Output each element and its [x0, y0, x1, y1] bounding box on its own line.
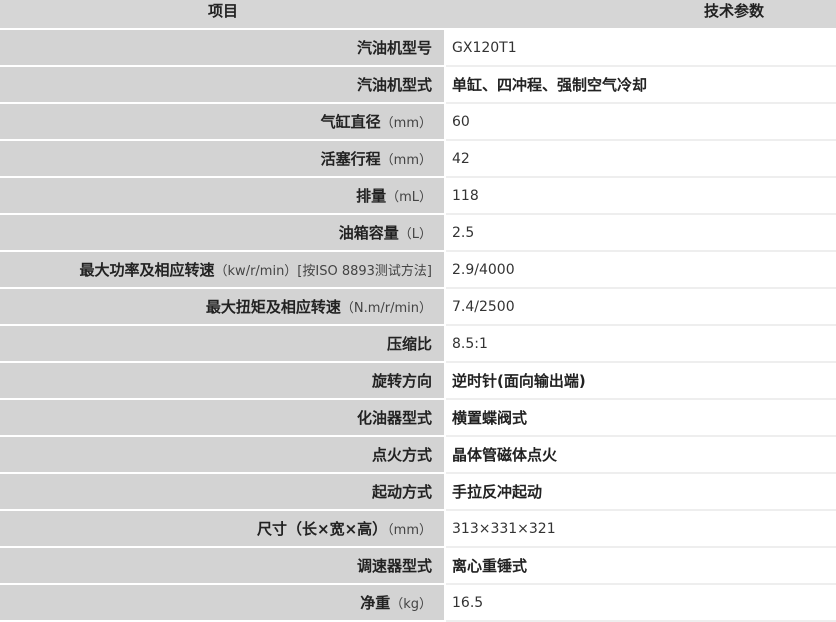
row-value: 单缸、四冲程、强制空气冷却: [446, 67, 836, 104]
row-value: 313×331×321: [446, 511, 836, 548]
row-label: 化油器型式: [0, 400, 446, 437]
table-row: 化油器型式 横置蝶阀式: [0, 400, 836, 437]
row-label: 排量（mL）: [0, 178, 446, 215]
label-unit: （kw/r/min）[按ISO 8893测试方法]: [214, 264, 432, 279]
row-label: 净重（kg）: [0, 585, 446, 622]
label-text: 压缩比: [386, 335, 432, 353]
label-text: 净重: [360, 594, 391, 612]
row-value: 手拉反冲起动: [446, 474, 836, 511]
spec-table: 项目 技术参数 汽油机型号 GX120T1 汽油机型式 单缸、四冲程、强制空气冷…: [0, 0, 836, 622]
row-value: 42: [446, 141, 836, 178]
table-row: 尺寸（长×宽×高）（mm） 313×331×321: [0, 511, 836, 548]
label-text: 汽油机型式: [356, 76, 432, 94]
header-row: 项目 技术参数: [0, 0, 836, 30]
row-value: 横置蝶阀式: [446, 400, 836, 437]
table-row: 活塞行程（mm） 42: [0, 141, 836, 178]
row-value: 2.5: [446, 215, 836, 252]
row-value: 118: [446, 178, 836, 215]
label-text: 旋转方向: [371, 372, 432, 390]
row-label: 点火方式: [0, 437, 446, 474]
label-unit: （L）: [398, 227, 432, 242]
row-label: 汽油机型号: [0, 30, 446, 67]
label-text: 起动方式: [371, 483, 432, 501]
table-row: 气缸直径（mm） 60: [0, 104, 836, 141]
table-row: 油箱容量（L） 2.5: [0, 215, 836, 252]
table-row: 调速器型式 离心重锤式: [0, 548, 836, 585]
table-row: 汽油机型号 GX120T1: [0, 30, 836, 67]
row-label: 起动方式: [0, 474, 446, 511]
table-row: 起动方式 手拉反冲起动: [0, 474, 836, 511]
header-spec: 技术参数: [446, 0, 836, 30]
label-text: 气缸直径: [320, 113, 381, 131]
label-unit: （mm）: [380, 153, 432, 168]
table-row: 压缩比 8.5:1: [0, 326, 836, 363]
label-text: 油箱容量: [338, 224, 399, 242]
row-label: 气缸直径（mm）: [0, 104, 446, 141]
label-text: 尺寸（长×宽×高）: [257, 520, 388, 538]
row-value: GX120T1: [446, 30, 836, 67]
table-row: 点火方式 晶体管磁体点火: [0, 437, 836, 474]
row-label: 活塞行程（mm）: [0, 141, 446, 178]
row-label: 最大扭矩及相应转速（N.m/r/min）: [0, 289, 446, 326]
row-value: 7.4/2500: [446, 289, 836, 326]
label-text: 化油器型式: [356, 409, 432, 427]
row-value: 逆时针(面向输出端): [446, 363, 836, 400]
row-label: 旋转方向: [0, 363, 446, 400]
label-unit: （mm）: [387, 523, 432, 538]
row-label: 尺寸（长×宽×高）（mm）: [0, 511, 446, 548]
row-value: 2.9/4000: [446, 252, 836, 289]
label-text: 排量: [356, 187, 387, 205]
row-label: 调速器型式: [0, 548, 446, 585]
label-text: 点火方式: [371, 446, 432, 464]
label-unit: （mL）: [386, 190, 432, 205]
table-row: 旋转方向 逆时针(面向输出端): [0, 363, 836, 400]
label-unit: （kg）: [390, 597, 432, 612]
row-label: 压缩比: [0, 326, 446, 363]
row-value: 晶体管磁体点火: [446, 437, 836, 474]
table-row: 最大功率及相应转速（kw/r/min）[按ISO 8893测试方法] 2.9/4…: [0, 252, 836, 289]
row-label: 油箱容量（L）: [0, 215, 446, 252]
table-row: 汽油机型式 单缸、四冲程、强制空气冷却: [0, 67, 836, 104]
row-value: 16.5: [446, 585, 836, 622]
label-unit: （N.m/r/min）: [340, 301, 432, 316]
label-text: 调速器型式: [356, 557, 432, 575]
row-label: 汽油机型式: [0, 67, 446, 104]
table-row: 排量（mL） 118: [0, 178, 836, 215]
table-row: 最大扭矩及相应转速（N.m/r/min） 7.4/2500: [0, 289, 836, 326]
row-value: 8.5:1: [446, 326, 836, 363]
label-text: 活塞行程: [320, 150, 381, 168]
header-item: 项目: [0, 0, 446, 30]
table-row: 净重（kg） 16.5: [0, 585, 836, 622]
label-text: 最大扭矩及相应转速: [205, 298, 341, 316]
label-text: 最大功率及相应转速: [79, 261, 215, 279]
row-value: 离心重锤式: [446, 548, 836, 585]
label-text: 汽油机型号: [356, 39, 432, 57]
label-unit: （mm）: [380, 116, 432, 131]
row-value: 60: [446, 104, 836, 141]
row-label: 最大功率及相应转速（kw/r/min）[按ISO 8893测试方法]: [0, 252, 446, 289]
